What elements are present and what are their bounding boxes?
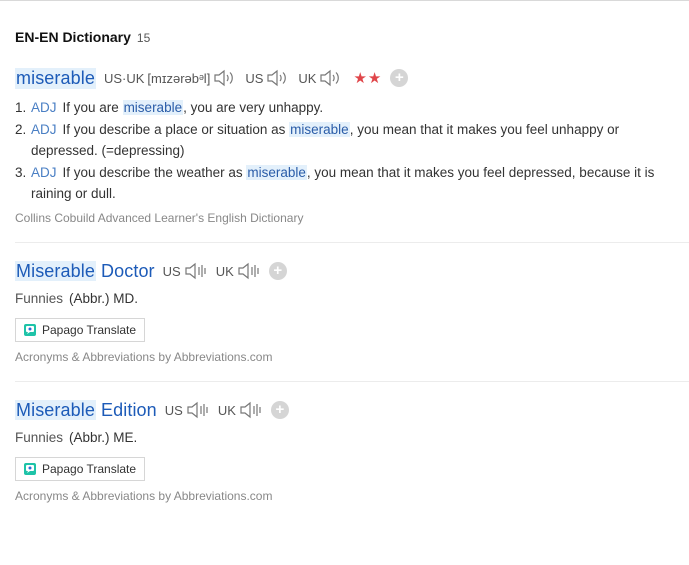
section-divider [15, 242, 689, 243]
plus-icon[interactable]: + [390, 69, 409, 87]
entry-word-link[interactable]: Miserable Edition [15, 399, 157, 421]
definition-list: 1. ADJ If you are miserable, you are very… [15, 97, 680, 204]
papago-icon [24, 463, 36, 475]
part-of-speech: ADJ [31, 122, 57, 137]
definition-item: 3. ADJ If you describe the weather as mis… [15, 162, 680, 204]
word-rest: Edition [95, 399, 157, 420]
pronunciation-group: US·UK [mɪzərəbᵊl] US UK ★★ + [103, 68, 409, 88]
papago-translate-label: Papago Translate [42, 323, 137, 337]
category-label: Funnies [15, 430, 64, 445]
section-divider [15, 381, 689, 382]
highlighted-word: miserable [246, 165, 307, 180]
part-of-speech: ADJ [31, 165, 57, 180]
plus-icon[interactable]: + [268, 262, 287, 280]
speaker-icon[interactable] [184, 261, 208, 281]
definition-text: If you are [62, 100, 123, 115]
dictionary-header: EN-EN Dictionary 15 [15, 29, 150, 45]
highlighted-word: miserable [289, 122, 350, 137]
definition-item: 1. ADJ If you are miserable, you are very… [15, 97, 680, 118]
result-count: 15 [136, 31, 151, 45]
ipa-text: [mɪzərəbᵊl] [147, 70, 211, 86]
speaker-icon[interactable] [319, 68, 343, 88]
uk-label: UK [217, 402, 236, 418]
papago-translate-button[interactable]: Papago Translate [15, 457, 145, 481]
abbr-meaning-row: Funnies (Abbr.) ME. [15, 430, 137, 445]
definition-number: 3. [15, 165, 27, 180]
uk-label: UK [298, 70, 317, 86]
definition-text: , you are very unhappy. [183, 100, 324, 115]
highlighted-word: Miserable [15, 399, 96, 420]
speaker-icon[interactable] [266, 68, 290, 88]
word-rest: Doctor [95, 260, 155, 281]
entry-miserable-edition-head: Miserable Edition US UK + [15, 398, 289, 422]
pronunciation-group: US UK + [165, 400, 289, 420]
abbr-meaning-row: Funnies (Abbr.) MD. [15, 291, 138, 306]
category-label: Funnies [15, 291, 64, 306]
definition-number: 1. [15, 100, 27, 115]
top-divider [0, 0, 689, 1]
abbr-meaning: (Abbr.) MD. [69, 291, 139, 306]
highlighted-word: Miserable [15, 260, 96, 281]
speaker-icon[interactable] [237, 261, 261, 281]
source-label[interactable]: Acronyms & Abbreviations by Abbreviation… [15, 489, 272, 503]
definition-text: If you describe a place or situation as [62, 122, 290, 137]
highlighted-word: miserable [122, 100, 184, 115]
us-label: US [164, 402, 183, 418]
us-label: US [245, 70, 264, 86]
definition-item: 2. ADJ If you describe a place or situati… [15, 119, 680, 161]
papago-translate-button[interactable]: Papago Translate [15, 318, 145, 342]
dictionary-title: EN-EN Dictionary [15, 29, 131, 45]
part-of-speech: ADJ [31, 100, 57, 115]
speaker-icon[interactable] [239, 400, 263, 420]
abbr-meaning: (Abbr.) ME. [69, 430, 138, 445]
speaker-icon[interactable] [213, 68, 237, 88]
entry-miserable-head: miserable US·UK [mɪzərəbᵊl] US UK ★★ + [15, 66, 409, 90]
rating-stars: ★★ [353, 70, 383, 87]
pronunciation-group: US UK + [163, 261, 287, 281]
entry-miserable-doctor-head: Miserable Doctor US UK + [15, 259, 287, 283]
uk-label: UK [215, 263, 234, 279]
papago-icon [24, 324, 36, 336]
pron-label: US·UK [103, 70, 145, 86]
papago-translate-label: Papago Translate [42, 462, 137, 476]
source-label[interactable]: Acronyms & Abbreviations by Abbreviation… [15, 350, 272, 364]
speaker-icon[interactable] [186, 400, 210, 420]
us-label: US [162, 263, 181, 279]
plus-icon[interactable]: + [270, 401, 289, 419]
entry-word-link[interactable]: miserable [15, 67, 96, 89]
source-label[interactable]: Collins Cobuild Advanced Learner's Engli… [15, 211, 303, 225]
definition-number: 2. [15, 122, 27, 137]
entry-word-link[interactable]: Miserable Doctor [15, 260, 155, 282]
definition-text: If you describe the weather as [62, 165, 247, 180]
